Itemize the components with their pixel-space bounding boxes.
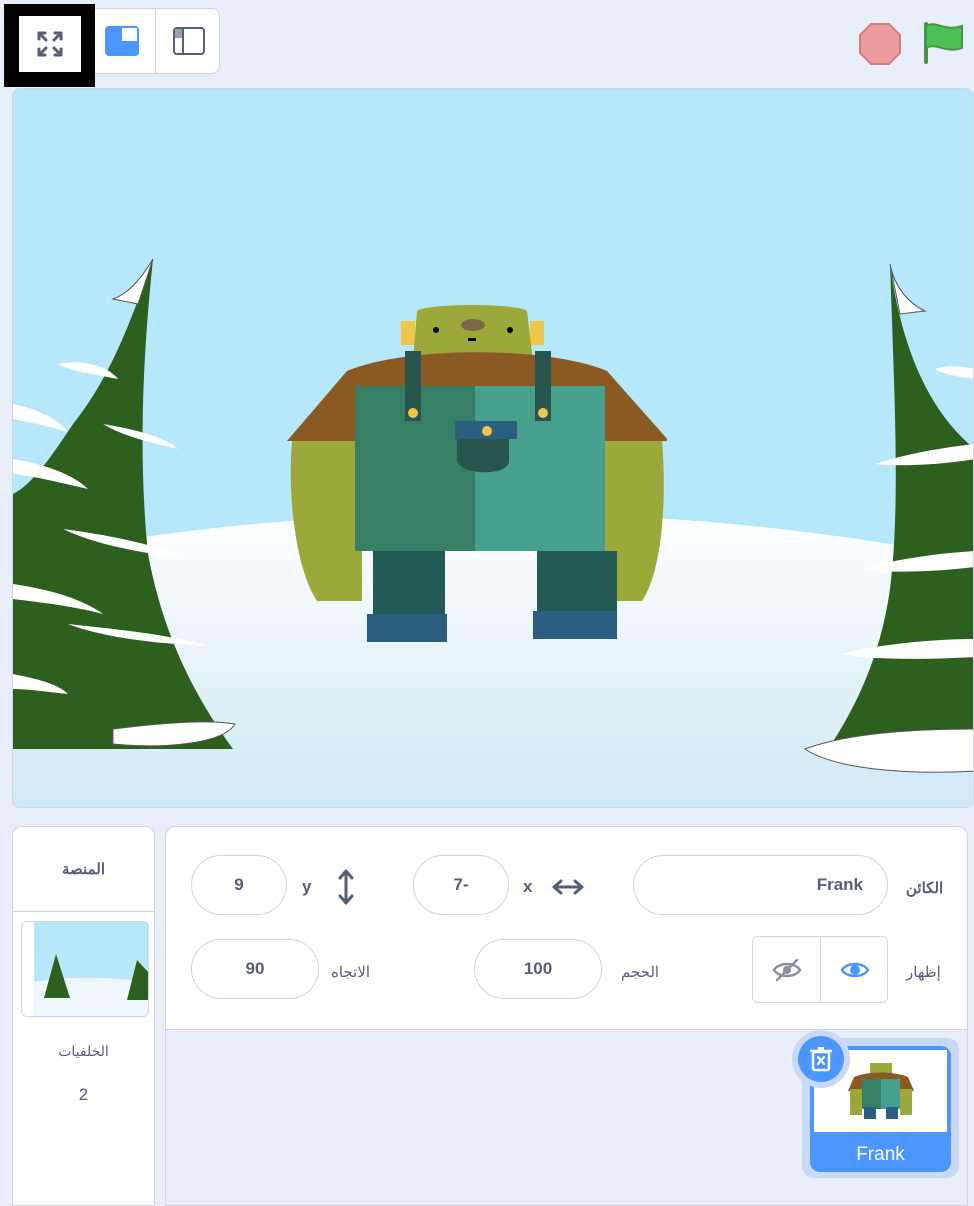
- sprite-name-input[interactable]: Frank: [633, 855, 888, 915]
- sprite-properties: الكائن Frank x 7- y 9 إظهار الحجم 100 ال…: [166, 827, 967, 1030]
- stage-title: المنصة: [13, 827, 154, 912]
- visibility-toggle: [752, 936, 888, 1003]
- size-label: الحجم: [621, 964, 660, 981]
- fullscreen-button[interactable]: [4, 4, 95, 87]
- show-label: إظهار: [906, 964, 941, 981]
- backdrops-count: 2: [78, 1085, 89, 1104]
- delete-sprite-button[interactable]: [792, 1030, 850, 1088]
- x-position-input[interactable]: 7-: [413, 855, 509, 915]
- horizontal-arrows-icon: [552, 879, 584, 895]
- vertical-arrows-icon: [338, 869, 354, 905]
- fullscreen-icon: [37, 31, 63, 57]
- y-label: y: [302, 877, 312, 896]
- direction-input[interactable]: 90: [191, 939, 319, 999]
- tree-right: [803, 263, 973, 773]
- stage-canvas[interactable]: [12, 88, 974, 808]
- stage-selector[interactable]: المنصة الخلفيات 2: [12, 826, 155, 1206]
- backdrops-label: الخلفيات: [58, 1043, 109, 1059]
- small-stage-button[interactable]: [88, 9, 154, 73]
- tree-left: [13, 258, 236, 749]
- sprite-label: الكائن: [906, 880, 944, 897]
- hide-sprite-button[interactable]: [753, 937, 821, 1002]
- sprite-frank-on-stage[interactable]: [287, 301, 667, 651]
- green-flag-button[interactable]: [920, 20, 966, 64]
- direction-label: الاتجاه: [331, 964, 371, 981]
- stop-button[interactable]: [858, 22, 902, 66]
- size-input[interactable]: 100: [474, 939, 602, 999]
- show-sprite-button[interactable]: [821, 937, 887, 1002]
- small-stage-icon: [104, 26, 139, 56]
- y-position-input[interactable]: 9: [191, 855, 287, 915]
- x-label: x: [523, 877, 533, 896]
- sprite-tile-name: Frank: [856, 1144, 905, 1165]
- large-stage-icon: [172, 27, 205, 55]
- stop-sign-icon: [859, 23, 901, 65]
- eye-slash-icon: [772, 958, 801, 981]
- large-stage-button[interactable]: [155, 9, 219, 73]
- backdrop-thumbnail[interactable]: [21, 921, 149, 1017]
- eye-icon: [840, 962, 869, 977]
- green-flag-icon: [924, 22, 963, 64]
- trash-icon: [810, 1047, 832, 1072]
